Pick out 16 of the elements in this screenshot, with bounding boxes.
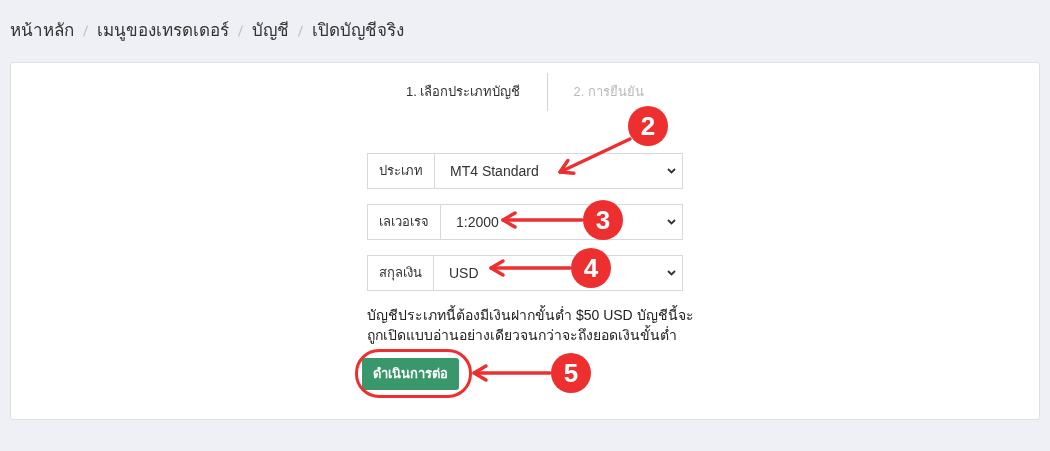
breadcrumb-link[interactable]: เมนูของเทรดเดอร์	[97, 18, 229, 44]
field-label: ประเภท	[367, 153, 435, 189]
field-label: เลเวอเรจ	[367, 204, 441, 240]
chevron-down-icon	[667, 168, 676, 174]
field-label: สกุลเงิน	[367, 255, 434, 291]
chevron-down-icon	[667, 270, 676, 276]
slash-icon	[83, 25, 88, 37]
breadcrumb-link[interactable]: บัญชี	[252, 18, 289, 44]
continue-button[interactable]: ดำเนินการต่อ	[362, 358, 459, 390]
notice-text: บัญชีประเภทนี้ต้องมีเงินฝากขั้นต่ำ $50 USD บัญชีนี้จะถูกเปิดแบบอ่านอย่างเดียวจนกว่าจะถึงยอดเงินขั้นต่ำ	[367, 305, 695, 345]
slash-icon	[238, 25, 243, 37]
chevron-down-icon	[667, 219, 676, 225]
select-field[interactable]: MT4 Standard	[435, 153, 683, 189]
slash-icon	[298, 25, 303, 37]
breadcrumb-link[interactable]: หน้าหลัก	[10, 18, 74, 44]
step-tab[interactable]: 1. เลือกประเภทบัญชี	[384, 73, 543, 111]
